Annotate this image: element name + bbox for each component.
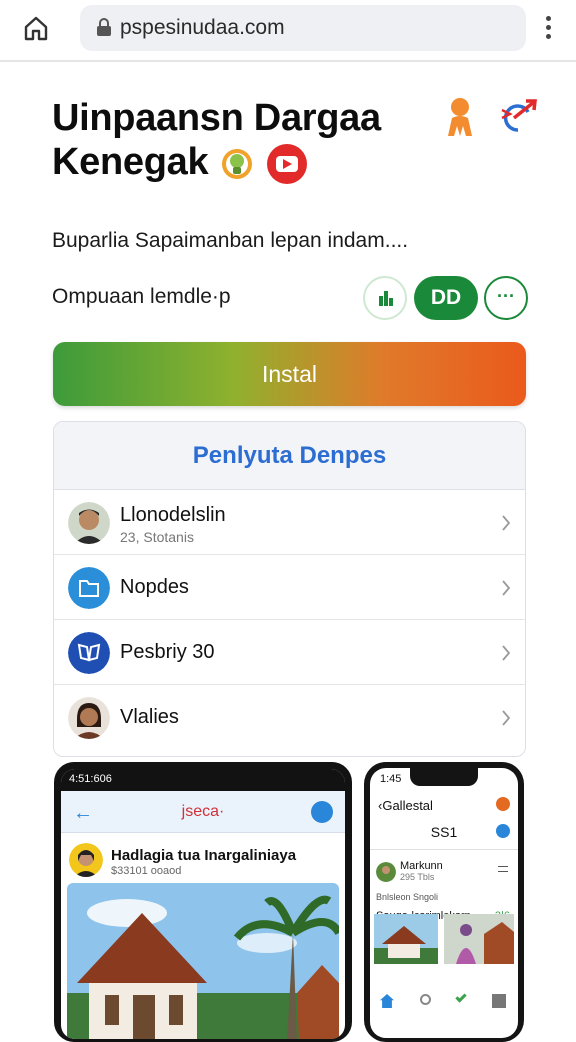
app-meta: Ompuaan lemdle·p	[52, 285, 231, 308]
url-text: pspesinudaa.com	[120, 16, 285, 39]
person-thumbnail	[444, 914, 514, 964]
person-icon	[448, 98, 472, 136]
browser-toolbar: pspesinudaa.com	[0, 0, 576, 62]
list-item-label: Pesbriy 30	[120, 641, 215, 663]
app-subtitle: Buparlia Sapaimanban lepan indam....	[52, 229, 409, 252]
meta-line: Bnlsleon Sngoli	[376, 892, 439, 902]
phone-2-toolbar: ‹Gallestal SS1	[370, 790, 518, 850]
back-link: ‹Gallestal	[378, 798, 433, 813]
post-header: Hadlagia tua Inargaliniaya $33101 ooaod	[61, 833, 345, 883]
app-title: Uinpaansn Dargaa Kenegak	[52, 96, 432, 186]
chevron-right-icon	[502, 710, 511, 726]
phone-2-screen: 1:45 ‹Gallestal SS1 Markunn 295 Tbls Bnl…	[370, 768, 518, 1038]
list-item[interactable]: Llonodelslin 23, Stotanis	[54, 490, 525, 555]
user-sub: 295 Tbls	[400, 872, 435, 882]
apps-icon	[492, 994, 506, 1008]
phone-1-title: jseca·	[181, 803, 225, 820]
more-vert-icon[interactable]	[538, 14, 558, 42]
home-icon[interactable]	[22, 14, 50, 42]
list-item[interactable]: Pesbriy 30	[54, 620, 525, 685]
avatar	[376, 862, 396, 882]
notch	[410, 768, 478, 786]
related-card: Penlyuta Denpes Llonodelslin 23, Stotani…	[53, 421, 526, 757]
house-photo	[67, 883, 339, 1039]
dd-chip-button[interactable]: DD	[414, 276, 478, 320]
stats-chip[interactable]	[363, 276, 407, 320]
gear-icon	[496, 797, 510, 811]
list-item-label: Vlalies	[120, 706, 179, 728]
book-icon	[68, 632, 110, 674]
bottom-nav	[370, 986, 518, 1016]
bulb-gear-icon	[221, 148, 252, 179]
search-icon	[420, 994, 431, 1005]
avatar	[68, 697, 110, 739]
back-label: Gallestal	[382, 798, 433, 813]
user-name: Markunn	[400, 860, 443, 872]
house-thumbnail	[374, 914, 438, 964]
chevron-right-icon	[502, 580, 511, 596]
share-icon	[496, 824, 510, 838]
list-item-sub: 23, Stotanis	[120, 529, 194, 545]
post-meta: $33101 ooaod	[111, 865, 182, 877]
list-item-label: Nopdes	[120, 576, 189, 598]
chevron-right-icon	[502, 645, 511, 661]
card-header: Penlyuta Denpes	[54, 422, 525, 490]
app-title-line2: Kenegak	[52, 141, 209, 183]
avatar	[69, 843, 103, 877]
status-time: 4:51:606	[69, 773, 112, 785]
screenshot-phone-2[interactable]: 1:45 ‹Gallestal SS1 Markunn 295 Tbls Bnl…	[364, 762, 524, 1042]
lock-icon	[97, 18, 111, 36]
bar-chart-icon	[379, 291, 393, 306]
trend-icon	[455, 991, 467, 1003]
screenshot-phone-1[interactable]: 4:51:606 ← jseca· Hadlagia tua Inargalin…	[54, 762, 352, 1042]
phone-1-screen: 4:51:606 ← jseca· Hadlagia tua Inargalin…	[61, 769, 345, 1039]
list-item[interactable]: Nopdes	[54, 555, 525, 620]
app-title-line1: Uinpaansn Dargaa	[52, 97, 381, 139]
home-icon	[380, 994, 394, 1008]
avatar	[68, 502, 110, 544]
status-time: 1:45	[380, 773, 402, 785]
share-icon	[311, 801, 333, 823]
address-bar[interactable]: pspesinudaa.com	[80, 5, 526, 51]
user-row: Markunn 295 Tbls	[370, 850, 518, 890]
post-author: Hadlagia tua Inargaliniaya	[111, 847, 297, 864]
youtube-icon	[266, 143, 307, 184]
install-button[interactable]: Instal	[53, 342, 526, 406]
more-options-button[interactable]: ···	[484, 276, 528, 320]
list-item[interactable]: Vlalies	[54, 685, 525, 750]
chevron-right-icon	[502, 515, 511, 531]
growth-arrow-icon	[501, 99, 537, 132]
menu-icon	[498, 866, 508, 872]
phone-1-toolbar: ← jseca·	[61, 791, 345, 833]
folder-icon	[68, 567, 110, 609]
status-bar: 1:45	[370, 768, 518, 790]
list-item-label: Llonodelslin	[120, 504, 226, 526]
status-bar: 4:51:606	[61, 769, 345, 791]
